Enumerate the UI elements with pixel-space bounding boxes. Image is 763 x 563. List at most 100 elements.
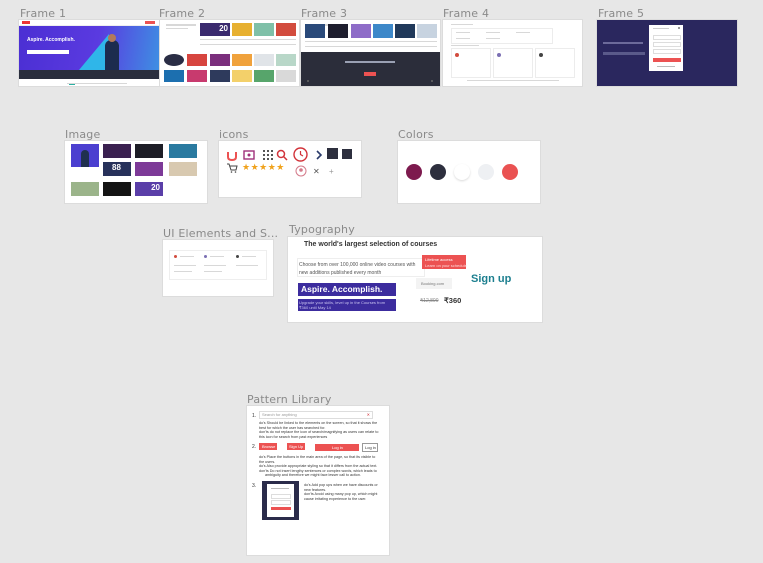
frame-4[interactable]	[443, 20, 582, 86]
close-icon[interactable]: ✕	[313, 167, 320, 176]
course-thumb[interactable]	[232, 54, 252, 66]
image-label[interactable]: Image	[65, 128, 100, 141]
course-thumb[interactable]	[232, 70, 252, 82]
course-thumb[interactable]	[276, 23, 296, 36]
password-field[interactable]	[653, 49, 681, 54]
image-thumb[interactable]	[71, 182, 99, 196]
chat-icon[interactable]	[243, 149, 255, 161]
course-thumb[interactable]	[351, 24, 371, 38]
grid-icon[interactable]	[262, 149, 274, 161]
image-thumb[interactable]	[103, 144, 131, 158]
typography-panel[interactable]: The world's largest selection of courses…	[288, 237, 542, 322]
modal-signup-button[interactable]	[653, 58, 681, 62]
course-thumb[interactable]	[187, 54, 207, 66]
person-figure	[81, 150, 89, 167]
course-thumb[interactable]	[164, 54, 184, 66]
frame-2-label[interactable]: Frame 2	[159, 7, 205, 20]
frame-4-label[interactable]: Frame 4	[443, 7, 489, 20]
frame-1-label[interactable]: Frame 1	[20, 7, 66, 20]
course-thumb[interactable]	[164, 70, 184, 82]
review-card[interactable]	[451, 48, 491, 78]
frame-2[interactable]: 20	[160, 20, 299, 86]
avatar	[455, 53, 459, 57]
frame-5[interactable]	[597, 20, 737, 86]
search-icon[interactable]: ✕	[367, 412, 370, 417]
course-thumb[interactable]	[254, 23, 274, 36]
dark-section	[301, 52, 440, 86]
pattern-search-input[interactable]: Search for anything ✕	[259, 411, 373, 419]
frame-5-label[interactable]: Frame 5	[598, 7, 644, 20]
color-swatch-coral[interactable]	[502, 164, 518, 180]
image-thumb[interactable]: 20	[135, 182, 163, 196]
course-thumb[interactable]	[373, 24, 393, 38]
course-thumb[interactable]	[276, 54, 296, 66]
frame-3[interactable]	[301, 20, 440, 86]
course-thumb[interactable]	[417, 24, 437, 38]
color-swatch-plum[interactable]	[406, 164, 422, 180]
dark-cta-button[interactable]	[364, 72, 376, 76]
course-thumb[interactable]	[210, 54, 230, 66]
course-thumb[interactable]	[328, 24, 348, 38]
course-thumb[interactable]	[187, 70, 207, 82]
colors-label[interactable]: Colors	[398, 128, 434, 141]
signup-mini-button[interactable]	[145, 21, 155, 24]
review-card[interactable]	[535, 48, 575, 78]
hero-text-box: Aspire. Accomplish.	[298, 283, 396, 296]
star-rating-icon: ★★★★★	[242, 162, 285, 172]
name-field[interactable]	[653, 35, 681, 40]
plus-icon[interactable]: +	[329, 167, 334, 176]
image-hero-thumb[interactable]	[71, 144, 99, 167]
course-thumb[interactable]	[395, 24, 415, 38]
ui-elements-label[interactable]: UI Elements and S...	[163, 227, 278, 240]
frame-3-label[interactable]: Frame 3	[301, 7, 347, 20]
avatar	[497, 53, 501, 57]
image-thumb[interactable]: 88	[103, 162, 131, 176]
course-thumb[interactable]	[305, 24, 325, 38]
typography-body: Choose from over 100,000 online video co…	[299, 262, 416, 276]
tab-active[interactable]	[69, 84, 75, 85]
course-thumb[interactable]	[254, 54, 274, 66]
pattern-library-label[interactable]: Pattern Library	[247, 393, 332, 406]
image-thumb[interactable]	[135, 162, 163, 176]
body-text-box: Choose from over 100,000 online video co…	[297, 258, 425, 277]
cart-icon[interactable]	[227, 163, 238, 173]
frame-1[interactable]: Aspire. Accomplish.	[19, 20, 159, 86]
color-swatch-navy[interactable]	[430, 164, 446, 180]
category-item	[456, 32, 470, 33]
browse-button[interactable]: Browse	[259, 443, 277, 450]
course-thumb[interactable]	[210, 70, 230, 82]
promo-banner[interactable]: Lifetime access Learn on your schedule	[422, 255, 467, 269]
user-avatar-icon[interactable]	[295, 165, 307, 177]
image-thumb[interactable]	[169, 144, 197, 158]
chevron-right-icon[interactable]	[315, 150, 323, 160]
email-field[interactable]	[653, 42, 681, 47]
image-panel[interactable]: 88 20	[65, 141, 207, 203]
image-thumb[interactable]	[135, 144, 163, 158]
booking-logo-box: Booking.com	[416, 278, 452, 289]
image-thumb[interactable]	[103, 182, 131, 196]
course-thumb[interactable]	[232, 23, 252, 36]
popup-preview[interactable]	[262, 481, 299, 520]
text-line	[236, 265, 258, 266]
icons-panel[interactable]: ★★★★★ ✕ +	[219, 141, 361, 197]
ui-elements-panel[interactable]	[163, 240, 273, 296]
icons-label[interactable]: icons	[219, 128, 249, 141]
colors-panel[interactable]	[398, 141, 540, 203]
login-secondary-button[interactable]: Log in	[362, 443, 378, 452]
typography-label[interactable]: Typography	[289, 223, 355, 236]
close-icon[interactable]	[678, 27, 680, 29]
hero-search[interactable]	[27, 50, 69, 54]
signup-modal[interactable]	[649, 25, 683, 71]
image-thumb[interactable]	[169, 162, 197, 176]
signup-button[interactable]: Sign Up	[287, 443, 305, 450]
course-thumb[interactable]	[276, 70, 296, 82]
login-button[interactable]: Log in	[315, 444, 359, 451]
review-card[interactable]	[493, 48, 533, 78]
color-swatch-white[interactable]	[454, 164, 470, 180]
course-thumb[interactable]	[254, 70, 274, 82]
course-thumb[interactable]: 20	[200, 23, 230, 36]
color-swatch-light-gray[interactable]	[478, 164, 494, 180]
pattern-library-panel[interactable]: 1. Search for anything ✕ do's Should be …	[247, 406, 389, 555]
signup-text[interactable]: Sign up	[471, 273, 511, 285]
search-icon[interactable]	[276, 149, 288, 161]
